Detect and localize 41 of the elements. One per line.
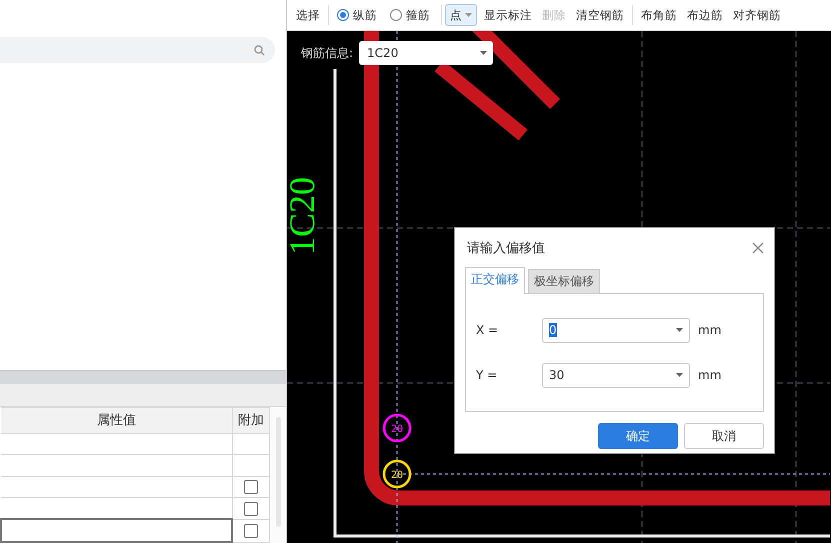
radio-label: 纵筋 — [353, 8, 377, 22]
caret-icon — [676, 373, 683, 377]
checkbox[interactable] — [244, 502, 258, 516]
toolbar-button[interactable]: 布角筋 — [636, 4, 682, 26]
radio-option[interactable]: 纵筋 — [332, 8, 385, 22]
close-icon[interactable] — [752, 242, 764, 254]
dialog-tab[interactable]: 正交偏移 — [465, 267, 525, 294]
rebar-select[interactable]: 1C20 — [359, 41, 494, 65]
rebar-marker: 20 — [382, 414, 412, 442]
rebar-info-label: 钢筋信息: — [301, 44, 354, 62]
cancel-button[interactable]: 取消 — [684, 423, 764, 449]
column-header: 属性值 — [1, 408, 232, 434]
dialog-tab[interactable]: 极坐标偏移 — [528, 269, 600, 293]
offset-input[interactable]: 0 — [542, 318, 690, 342]
search-icon — [254, 44, 265, 56]
checkbox[interactable] — [244, 524, 258, 538]
radio-icon[interactable] — [390, 9, 402, 21]
radio-label: 箍筋 — [406, 8, 430, 22]
toolbar-button[interactable]: 清空钢筋 — [571, 4, 629, 26]
field-label: Y = — [476, 368, 498, 382]
toolbar-button[interactable]: 对齐钢筋 — [728, 4, 786, 26]
confirm-button[interactable]: 确定 — [598, 423, 678, 449]
toolbar-button[interactable]: 布边筋 — [682, 4, 728, 26]
caret-icon — [480, 51, 488, 55]
radio-icon[interactable] — [337, 9, 349, 21]
search-field[interactable] — [0, 37, 275, 63]
mode-dropdown[interactable]: 点 — [445, 4, 477, 26]
offset-input[interactable]: 30 — [542, 362, 690, 388]
unit-label: mm — [698, 323, 722, 337]
caret-icon — [465, 13, 472, 17]
unit-label: mm — [698, 368, 722, 382]
rebar-marker: 20 — [382, 460, 412, 488]
dialog-title: 请输入偏移值 — [467, 240, 545, 257]
field-label: X = — [476, 323, 500, 337]
caret-icon — [676, 328, 683, 332]
checkbox[interactable] — [244, 480, 258, 494]
toolbar-button[interactable]: 选择 — [291, 4, 325, 26]
radio-option[interactable]: 箍筋 — [385, 8, 438, 22]
toolbar-button[interactable]: 显示标注 — [479, 4, 537, 26]
rebar-annotation: 1C20 — [287, 177, 322, 255]
column-header: 附加 — [232, 408, 270, 434]
